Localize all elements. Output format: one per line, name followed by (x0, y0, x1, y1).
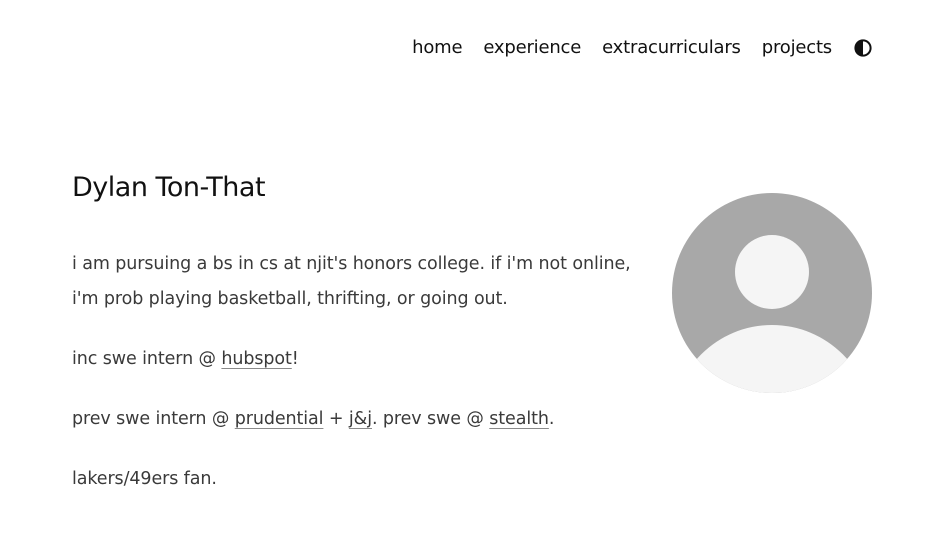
nav-projects-link[interactable]: projects (762, 36, 832, 60)
page-title: Dylan Ton-That (72, 172, 266, 203)
theme-toggle-button[interactable] (854, 39, 872, 57)
nav-extracurriculars-link[interactable]: extracurriculars (602, 36, 741, 60)
main-content: Dylan Ton-That i am pursuing a bs in cs … (72, 168, 632, 497)
nav-experience-link[interactable]: experience (483, 36, 581, 60)
default-avatar-icon (672, 193, 872, 393)
previous-roles-separator: + (323, 409, 349, 429)
fandom-text: lakers/49ers fan. (72, 469, 217, 489)
bio-text: i am pursuing a bs in cs at njit's honor… (72, 254, 631, 309)
stealth-link[interactable]: stealth (489, 409, 549, 429)
current-role-suffix: ! (291, 349, 299, 369)
top-nav: home experience extracurriculars project… (412, 36, 872, 60)
contrast-icon (854, 39, 872, 57)
jnj-link[interactable]: j&j (349, 409, 372, 429)
previous-roles: prev swe intern @ prudential + j&j. prev… (72, 402, 632, 437)
current-role: inc swe intern @ hubspot! (72, 342, 632, 377)
nav-home-link[interactable]: home (412, 36, 462, 60)
previous-roles-prefix: prev swe intern @ (72, 409, 235, 429)
avatar (672, 193, 872, 393)
prudential-link[interactable]: prudential (235, 409, 324, 429)
current-role-prefix: inc swe intern @ (72, 349, 222, 369)
previous-roles-mid: . prev swe @ (372, 409, 490, 429)
previous-roles-suffix: . (548, 409, 555, 429)
hubspot-link[interactable]: hubspot (221, 349, 291, 369)
